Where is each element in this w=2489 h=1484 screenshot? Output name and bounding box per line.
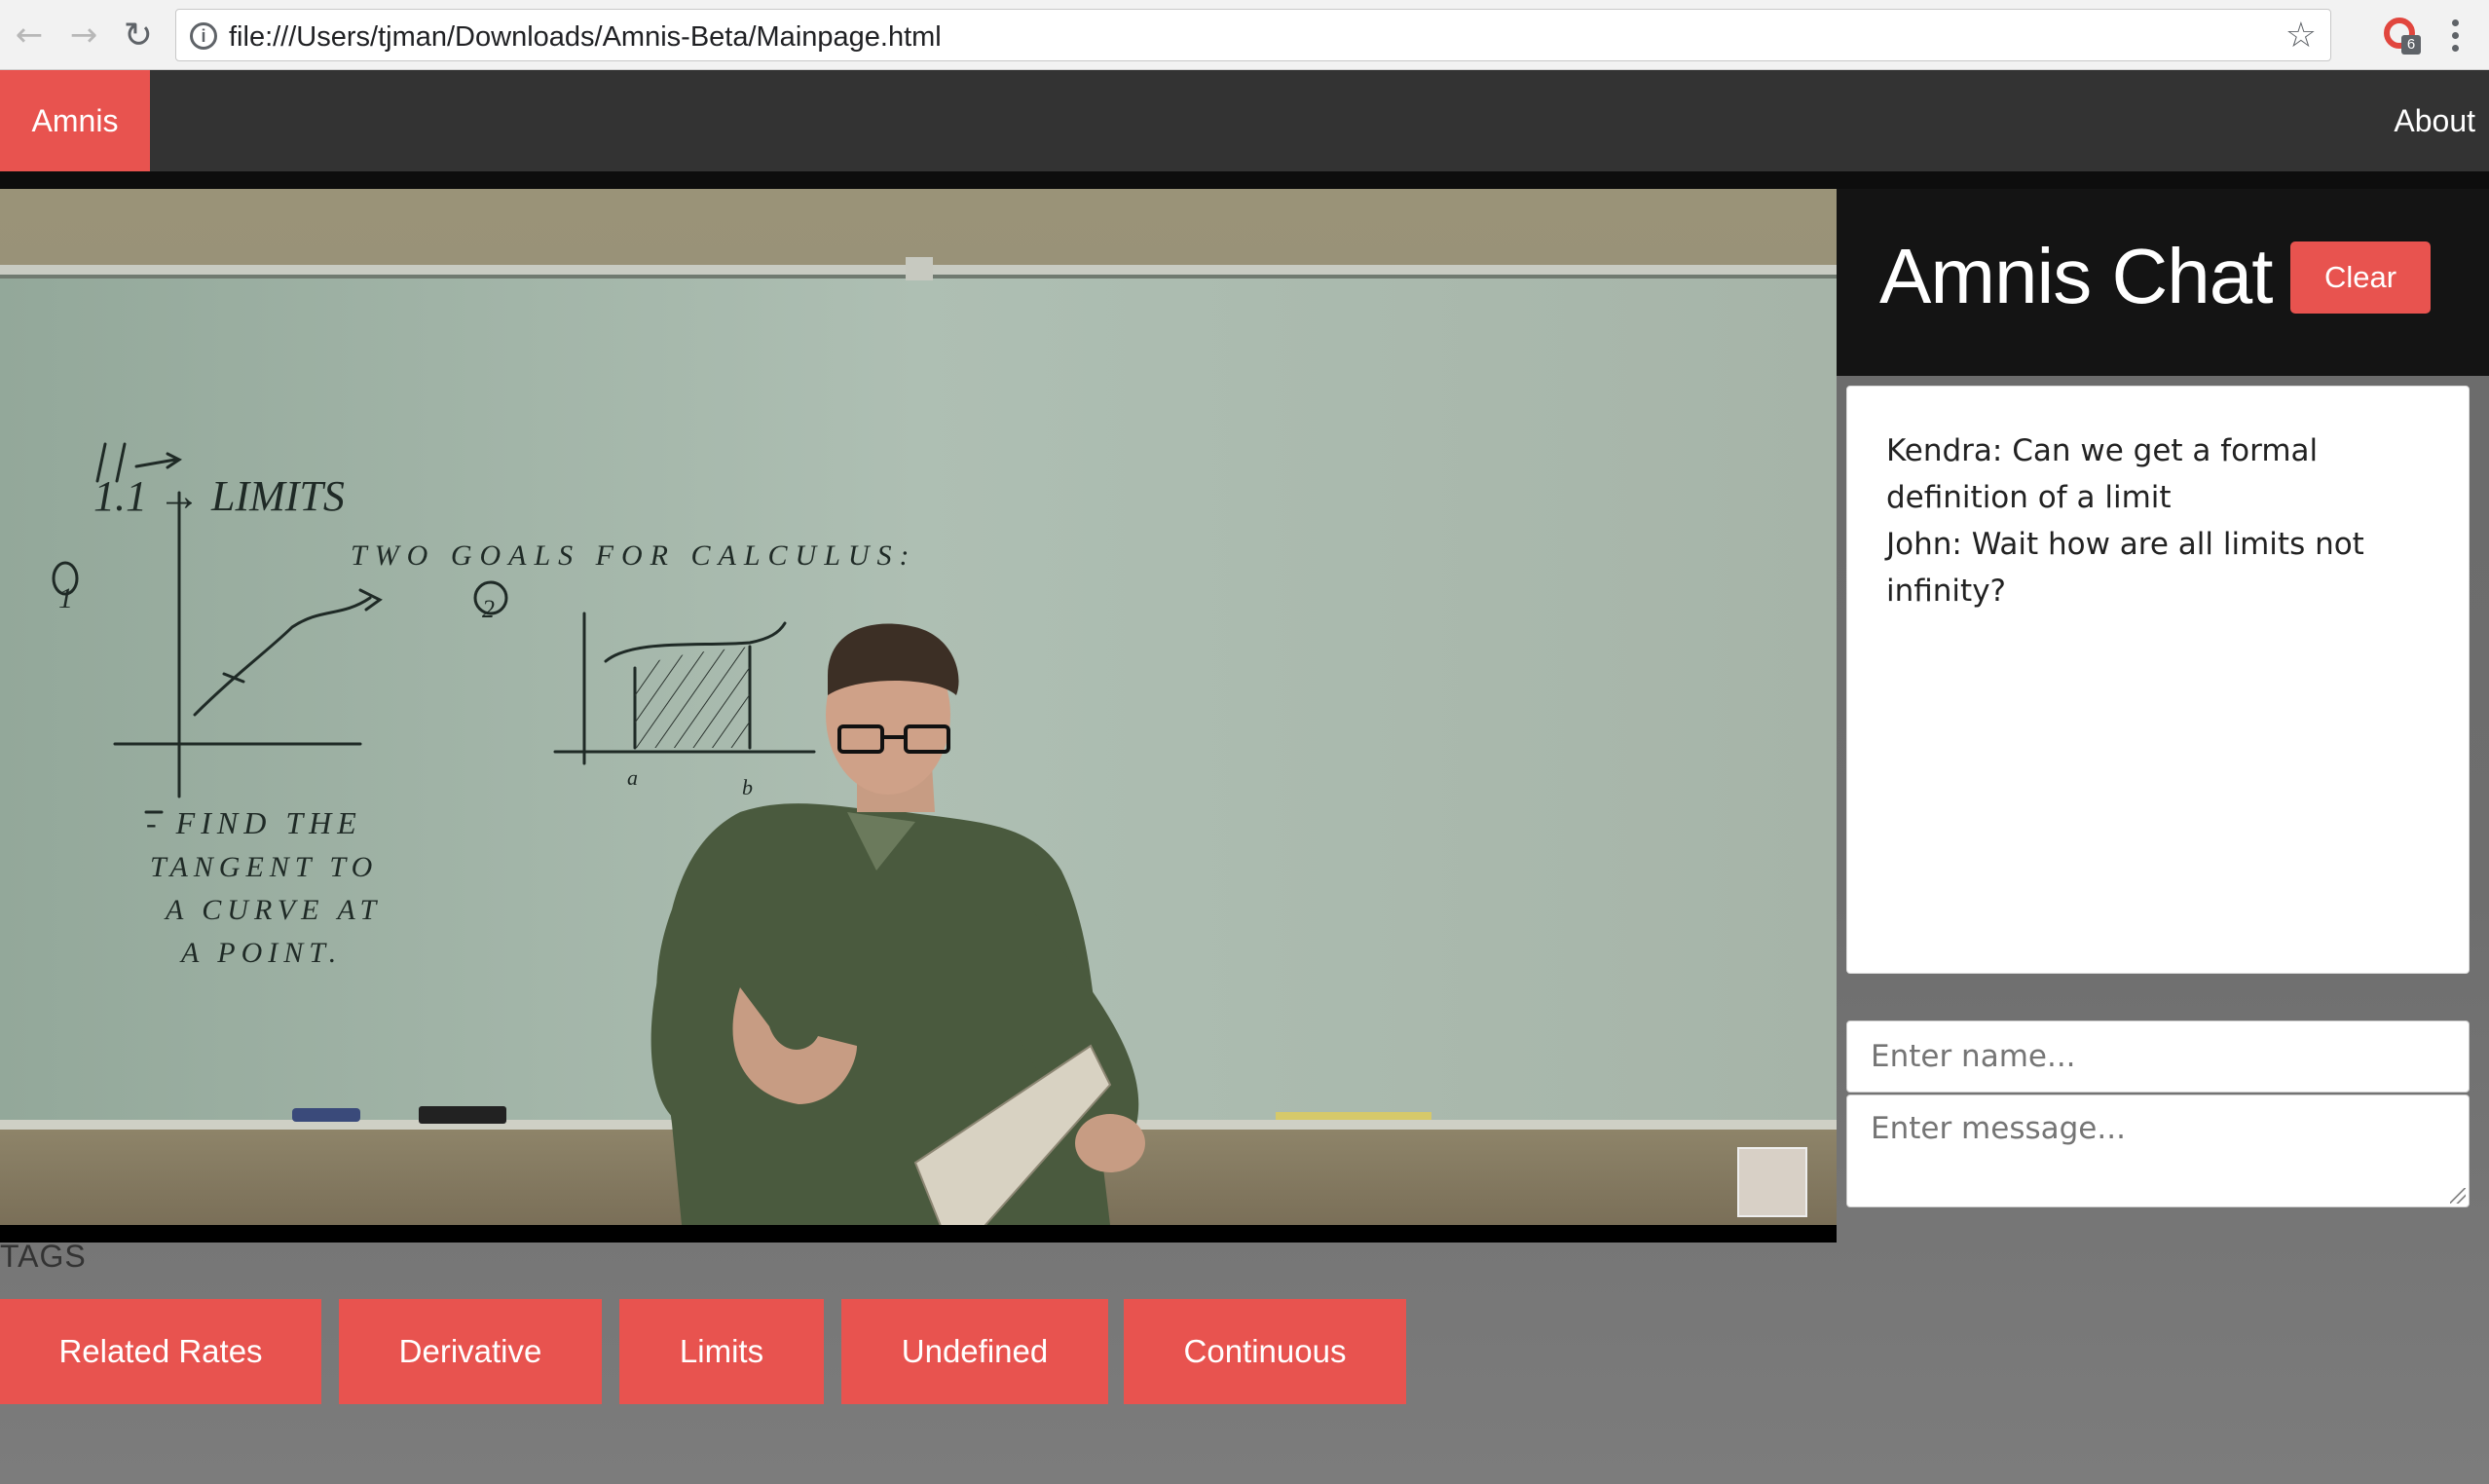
message-input[interactable] bbox=[1846, 1094, 2470, 1207]
board-note-line: TANGENT TO bbox=[150, 851, 378, 883]
board-note-line: A POINT. bbox=[179, 937, 342, 969]
textarea-resize-handle[interactable] bbox=[2450, 1188, 2466, 1204]
clear-button[interactable]: Clear bbox=[2290, 241, 2431, 314]
board-heading: 1.1 → LIMITS bbox=[93, 472, 345, 520]
board-note-line: - FIND THE bbox=[146, 805, 362, 840]
tag-undefined[interactable]: Undefined bbox=[841, 1299, 1108, 1404]
address-bar[interactable]: i file:///Users/tjman/Downloads/Amnis-Be… bbox=[175, 9, 2331, 61]
board-subheading: TWO GOALS FOR CALCULUS: bbox=[351, 539, 917, 572]
board-note-line: A CURVE AT bbox=[164, 894, 382, 926]
goal-two-marker: 2 bbox=[482, 595, 495, 623]
browser-toolbar: ← → ↻ i file:///Users/tjman/Downloads/Am… bbox=[0, 0, 2489, 70]
tag-derivative[interactable]: Derivative bbox=[339, 1299, 602, 1404]
star-icon[interactable]: ☆ bbox=[2285, 16, 2317, 56]
video-player[interactable]: 1.1 → LIMITS TWO GOALS FOR CALCULUS: 1 2… bbox=[0, 189, 1837, 1243]
axis-b-label: b bbox=[742, 775, 753, 799]
info-icon[interactable]: i bbox=[190, 22, 217, 50]
video-content[interactable]: 1.1 → LIMITS TWO GOALS FOR CALCULUS: 1 2… bbox=[0, 189, 1837, 1225]
name-input[interactable] bbox=[1846, 1020, 2470, 1093]
tag-continuous[interactable]: Continuous bbox=[1124, 1299, 1406, 1404]
about-link[interactable]: About bbox=[2394, 70, 2475, 171]
chat-header: Amnis Chat Clear bbox=[1837, 189, 2489, 376]
back-icon[interactable]: ← bbox=[8, 14, 51, 56]
brand-link[interactable]: Amnis bbox=[0, 70, 150, 171]
tags-label: TAGS bbox=[0, 1239, 87, 1274]
channel-avatar-icon[interactable] bbox=[1737, 1147, 1807, 1217]
chat-message: Kendra: Can we get a formal definition o… bbox=[1886, 433, 2319, 515]
content-band bbox=[0, 171, 2489, 189]
axis-a-label: a bbox=[627, 765, 638, 790]
reload-icon[interactable]: ↻ bbox=[117, 14, 160, 56]
url-text[interactable]: file:///Users/tjman/Downloads/Amnis-Beta… bbox=[229, 21, 942, 54]
menu-icon[interactable] bbox=[2440, 14, 2470, 56]
goal-one-marker: 1 bbox=[58, 582, 73, 614]
chat-title: Amnis Chat bbox=[1879, 233, 2273, 319]
chat-messages: Kendra: Can we get a formal definition o… bbox=[1846, 386, 2470, 974]
navbar: Amnis About bbox=[0, 70, 2489, 171]
extension-icon[interactable]: 6 bbox=[2382, 14, 2421, 56]
chat-message: John: Wait how are all limits not infini… bbox=[1886, 527, 2364, 609]
extension-badge: 6 bbox=[2401, 35, 2421, 55]
tag-related-rates[interactable]: Related Rates bbox=[0, 1299, 321, 1404]
forward-icon[interactable]: → bbox=[62, 14, 105, 56]
tag-limits[interactable]: Limits bbox=[619, 1299, 824, 1404]
